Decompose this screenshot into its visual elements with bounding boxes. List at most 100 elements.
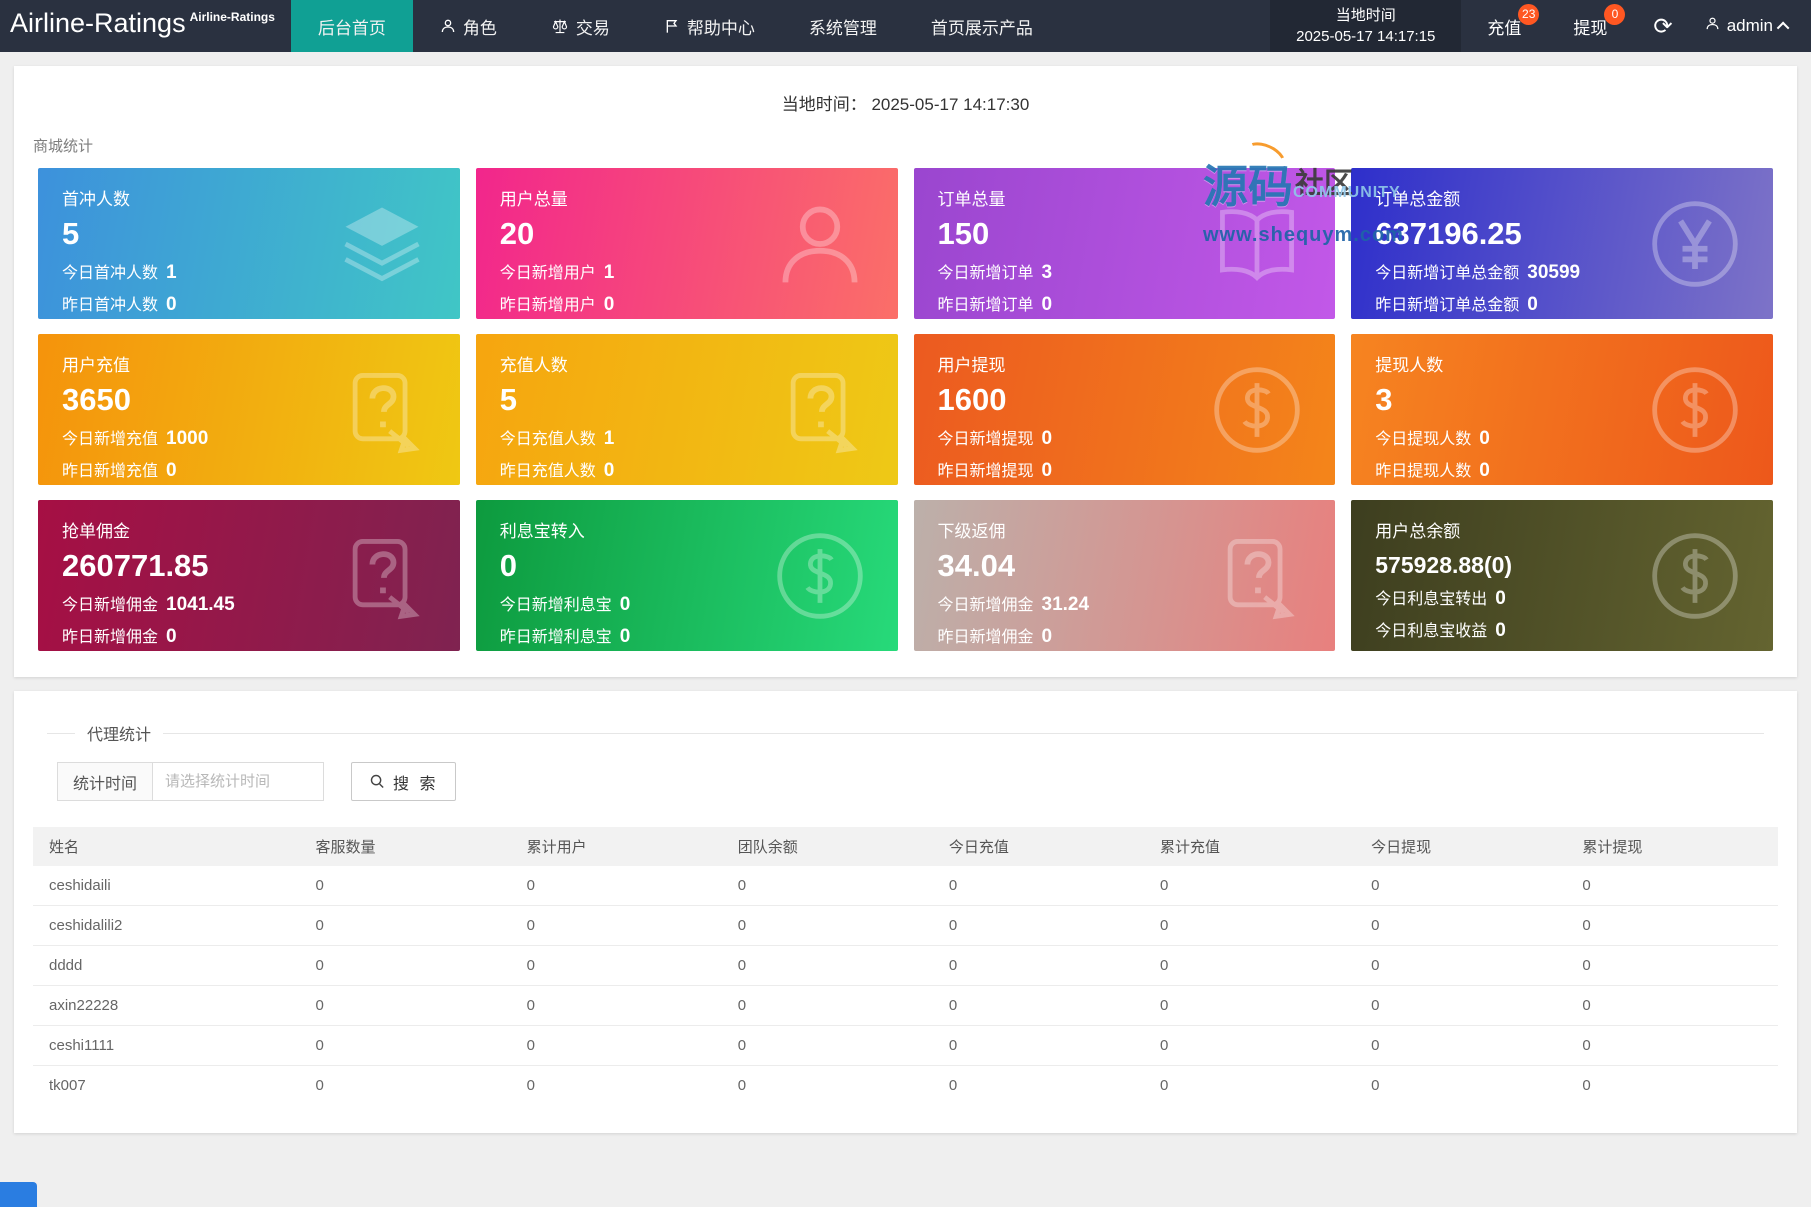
nav-item-6[interactable]: 首页展示产品: [904, 0, 1060, 52]
table-cell: 0: [936, 1025, 1149, 1066]
doc-question-icon: [334, 528, 430, 624]
person-icon: [772, 196, 868, 292]
table-row: axin22228 0 0 0 0 0 0 0: [33, 985, 1778, 1026]
table-cell: 0: [526, 1077, 535, 1094]
navbar: Airline-Ratings Airline-Ratings 后台首页 角色 交易…: [0, 0, 1811, 52]
stat-card-line-yesterday: 昨日新增提现 0: [937, 459, 1053, 481]
stat-card: 订单总金额 637196.25 今日新增订单总金额 30599 昨日新增订单总金额 0: [1351, 168, 1773, 319]
local-time-value: 2025-05-17 14:17:15: [1296, 28, 1436, 45]
book-icon: [1209, 196, 1305, 292]
table-cell: ceshidaili: [33, 866, 304, 906]
recharge-button[interactable]: 充值 23: [1461, 0, 1547, 52]
stat-card-line-yesterday: 昨日新增佣金 0: [62, 625, 177, 647]
table-cell: 0: [725, 945, 937, 986]
recharge-label: 充值: [1487, 18, 1522, 38]
table-cell: 0: [514, 945, 726, 986]
user-icon: [1705, 16, 1720, 36]
table-cell: 0: [1570, 905, 1778, 946]
table-cell: 0: [315, 1077, 324, 1094]
dollar-icon: [1647, 362, 1743, 458]
agent-filter-row: 统计时间 搜 索: [57, 762, 1764, 801]
stat-card-line-yesterday: 昨日新增充值 0: [62, 459, 177, 481]
table-cell: 0: [514, 866, 726, 906]
table-cell: 0: [936, 985, 1149, 1026]
nav-item-4[interactable]: 帮助中心: [637, 0, 782, 52]
stat-card: 下级返佣 34.04 今日新增佣金 31.24 昨日新增佣金 0: [913, 500, 1336, 651]
yen-icon: [1647, 196, 1743, 292]
table-cell: axin22228: [33, 985, 304, 1026]
dollar-icon: [1209, 362, 1305, 458]
nav-item-label: 系统管理: [808, 18, 877, 38]
agent-panel: 代理统计 统计时间 搜 索 姓名客服数量累计用户团队余额今日充值累计充值今日提现…: [14, 691, 1797, 1133]
table-cell: 0: [1148, 905, 1360, 946]
table-cell: 0: [948, 1077, 958, 1094]
table-cell: 0: [1359, 866, 1571, 906]
table-cell: 0: [725, 866, 937, 906]
table-cell: 0: [303, 985, 515, 1026]
stat-card: 充值人数 5 今日充值人数 1 昨日充值人数 0: [475, 334, 898, 485]
dollar-icon: [1647, 528, 1743, 624]
chevron-up-icon: [1776, 21, 1790, 34]
filter-label: 统计时间: [57, 762, 153, 801]
table-cell: 0: [936, 866, 1149, 906]
table-cell: 0: [936, 905, 1149, 946]
nav-item-5[interactable]: 系统管理: [782, 0, 904, 52]
table-row: ceshi1111 0 0 0 0 0 0 0: [33, 1025, 1778, 1066]
table-cell: 0: [303, 945, 515, 986]
stat-card: 用户总量 20 今日新增用户 1 昨日新增用户 0: [475, 168, 898, 319]
local-time-label: 当地时间: [1335, 7, 1396, 24]
nav-item-label: 帮助中心: [686, 18, 755, 38]
brand-name: Airline-Ratings: [10, 8, 186, 38]
nav-item-1[interactable]: 后台首页: [290, 0, 413, 52]
nav-item-2[interactable]: 角色: [413, 0, 524, 52]
doc-question-icon: [772, 362, 868, 458]
stats-panel: 当地时间： 2025-05-17 14:17:30 商城统计 首冲人数 5 今日首冲…: [14, 66, 1797, 677]
table-cell: 0: [1148, 945, 1360, 986]
user-icon: [440, 18, 456, 34]
table-cell: 0: [303, 1025, 515, 1066]
doc-question-icon: [1209, 528, 1305, 624]
floating-widget[interactable]: [0, 1182, 37, 1207]
user-menu[interactable]: admin: [1693, 0, 1811, 52]
layers-icon: [334, 196, 430, 292]
table-body: ceshidaili 0 0 0 0 0 0 0 ceshidalili2 0 0 0 0 0 0 0 dddd…: [33, 866, 1778, 1105]
table-cell: 0: [737, 1077, 747, 1094]
table-cell: 0: [1582, 1077, 1591, 1094]
stat-card-line-yesterday: 昨日新增佣金 0: [937, 625, 1053, 647]
table-cell: 0: [514, 1025, 726, 1066]
refresh-icon[interactable]: ⟳: [1633, 0, 1692, 52]
search-button[interactable]: 搜 索: [351, 762, 457, 801]
nav-item-label: 首页展示产品: [930, 18, 1033, 38]
stat-card-line-yesterday: 昨日新增订单 0: [937, 293, 1053, 315]
stat-card: 用户提现 1600 今日新增提现 0 昨日新增提现 0: [913, 334, 1336, 485]
nav-item-3[interactable]: 交易: [524, 0, 637, 52]
local-time-banner: 当地时间： 2025-05-17 14:17:30: [14, 66, 1797, 115]
table-cell: 0: [1359, 985, 1571, 1026]
stat-card: 用户充值 3650 今日新增充值 1000 昨日新增充值 0: [38, 334, 460, 485]
table-cell: 0: [725, 985, 937, 1026]
column-header: 今日提现: [1359, 827, 1571, 866]
nav-item-label: 后台首页: [317, 18, 386, 38]
stat-card-line-yesterday: 昨日新增利息宝 0: [499, 625, 631, 647]
stat-time-input[interactable]: [152, 762, 325, 801]
stat-card-line-yesterday: 昨日充值人数 0: [499, 459, 615, 481]
brand-subname: Airline-Ratings: [189, 10, 275, 24]
table-cell: dddd: [33, 945, 304, 986]
table-cell: 0: [725, 905, 937, 946]
table-cell: tk007: [49, 1077, 86, 1094]
stat-card: 抢单佣金 260771.85 今日新增佣金 1041.45 昨日新增佣金 0: [38, 500, 460, 651]
table-row: dddd 0 0 0 0 0 0 0: [33, 945, 1778, 986]
table-cell: 0: [514, 905, 726, 946]
table-row: ceshidaili 0 0 0 0 0 0 0: [33, 866, 1778, 906]
withdraw-button[interactable]: 提现 0: [1547, 0, 1633, 52]
brand-logo[interactable]: Airline-Ratings Airline-Ratings: [0, 0, 285, 52]
username: admin: [1726, 16, 1773, 35]
doc-question-icon: [334, 362, 430, 458]
nav-item-label: 交易: [575, 18, 610, 38]
table-cell: 0: [1371, 1077, 1380, 1094]
table-cell: 0: [936, 945, 1149, 986]
stat-card: 首冲人数 5 今日首冲人数 1 昨日首冲人数 0: [38, 168, 460, 319]
stat-card: 提现人数 3 今日提现人数 0 昨日提现人数 0: [1351, 334, 1773, 485]
search-button-label: 搜 索: [393, 775, 439, 793]
table-row: tk007 0 0 0 0 0 0 0: [33, 1066, 1778, 1106]
